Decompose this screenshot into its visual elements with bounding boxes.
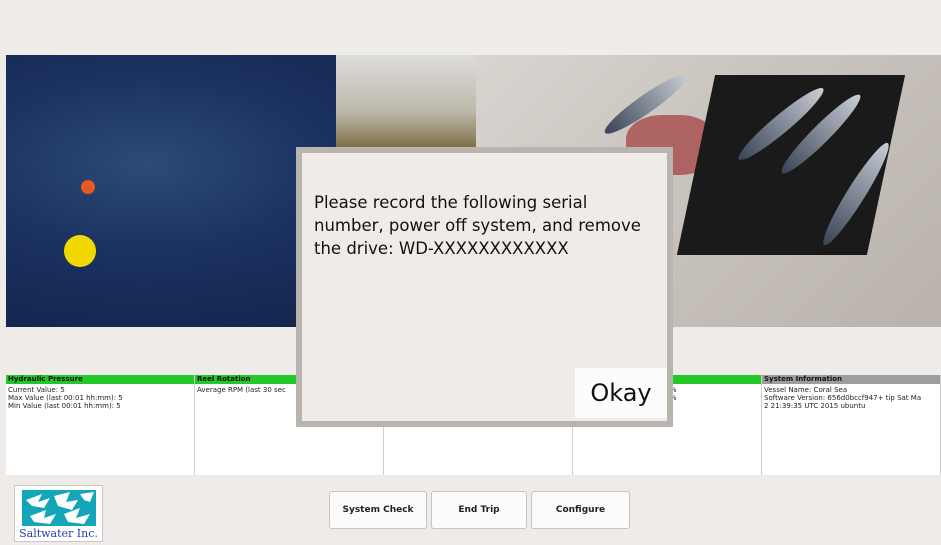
- panel-hydraulic-pressure: Hydraulic Pressure Current Value: 5 Max …: [6, 375, 195, 475]
- orange-buoy: [81, 180, 95, 194]
- yellow-buoy: [64, 235, 96, 267]
- fish-logo-icon: [22, 490, 96, 526]
- okay-button[interactable]: Okay: [575, 368, 667, 418]
- remove-drive-dialog: Please record the following serial numbe…: [296, 147, 673, 427]
- end-trip-button[interactable]: End Trip: [431, 491, 527, 529]
- panel-body: Vessel Name: Coral Sea Software Version:…: [764, 386, 922, 410]
- boat-rail: [336, 55, 476, 150]
- configure-button[interactable]: Configure: [531, 491, 630, 529]
- top-bar: [0, 0, 941, 55]
- panel-title: System Information: [762, 375, 940, 384]
- logo-text: Saltwater Inc.: [19, 527, 98, 540]
- panel-system-information: System Information Vessel Name: Coral Se…: [762, 375, 941, 475]
- panel-body: Current Value: 5 Max Value (last 00:01 h…: [8, 386, 123, 410]
- system-check-button[interactable]: System Check: [329, 491, 427, 529]
- company-logo: Saltwater Inc.: [14, 485, 103, 542]
- panel-title: Hydraulic Pressure: [6, 375, 194, 384]
- dialog-message: Please record the following serial numbe…: [314, 193, 641, 258]
